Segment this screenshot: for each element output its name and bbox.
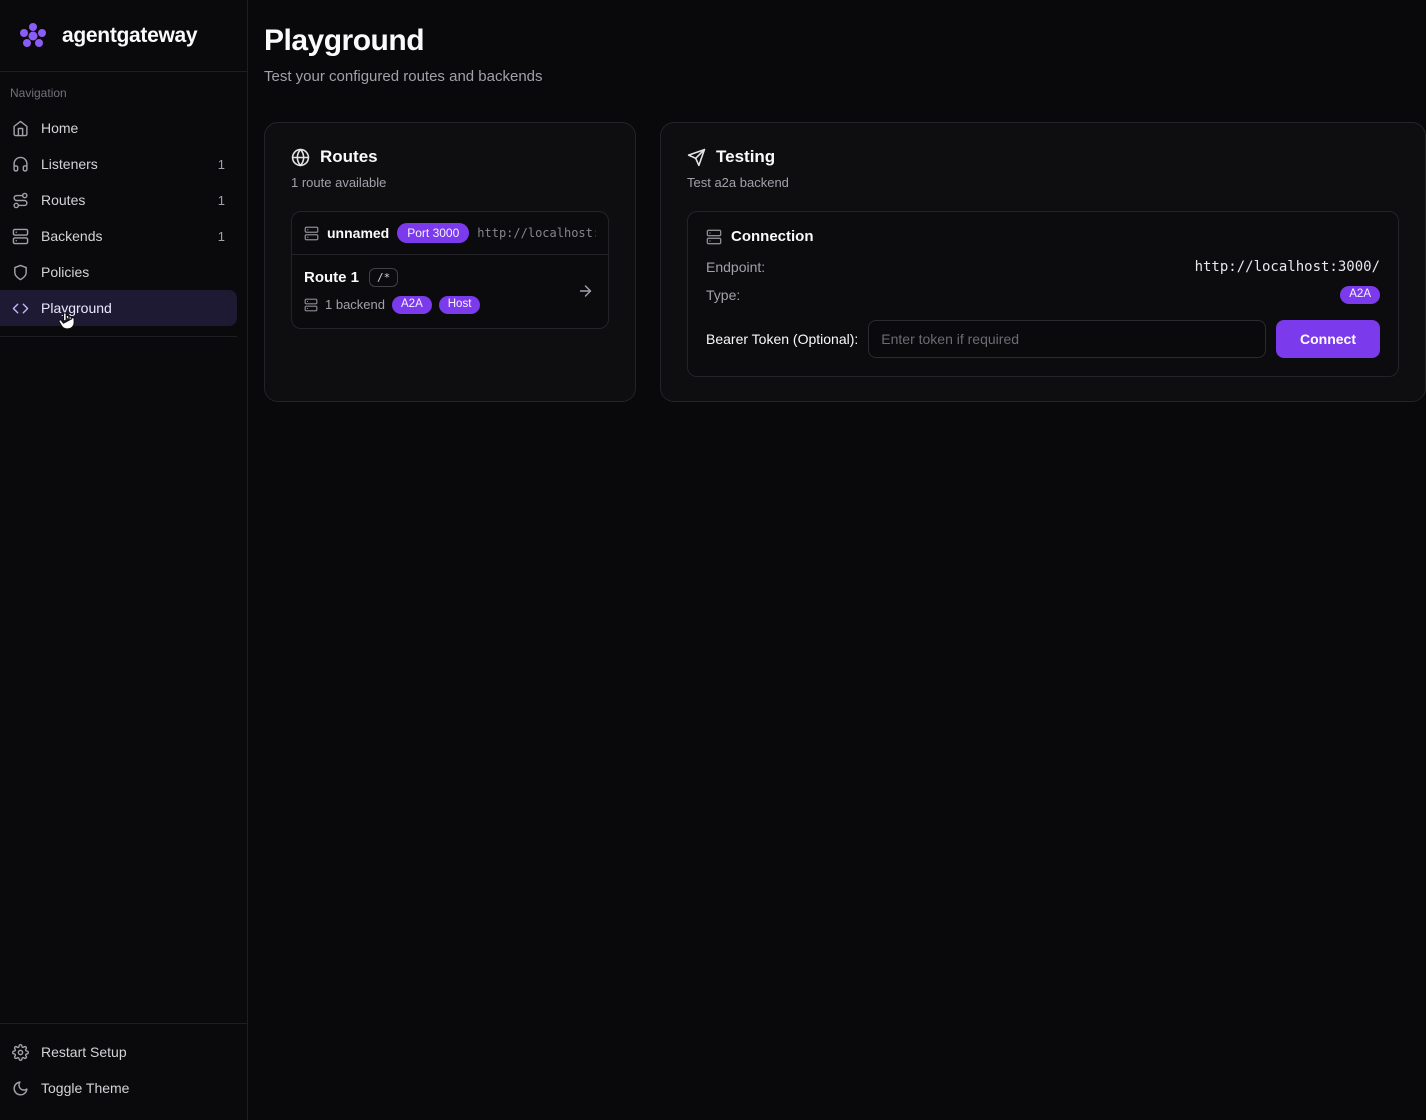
sidebar-nav: Navigation Home Listeners 1 Routes 1 — [0, 72, 247, 345]
cards-row: Routes 1 route available unnamed Port 30… — [264, 122, 1426, 402]
testing-card: Testing Test a2a backend Connection Endp… — [660, 122, 1426, 402]
moon-icon — [12, 1080, 29, 1097]
server-icon — [12, 228, 29, 245]
route-icon — [12, 192, 29, 209]
sidebar-item-routes[interactable]: Routes 1 — [0, 182, 237, 218]
main-content: Playground Test your configured routes a… — [248, 0, 1426, 1120]
sidebar-footer: Restart Setup Toggle Theme — [0, 1023, 247, 1120]
listener-name: unnamed — [327, 225, 389, 241]
route-backend-count: 1 backend — [325, 297, 385, 312]
send-icon — [687, 148, 706, 167]
code-icon — [12, 300, 29, 317]
globe-icon — [291, 148, 310, 167]
connection-header: Connection — [706, 228, 1380, 245]
sidebar-item-label: Policies — [41, 264, 89, 280]
arrow-right-icon — [577, 283, 594, 300]
routes-card-title: Routes — [320, 147, 378, 167]
sidebar-item-playground[interactable]: Playground — [0, 290, 237, 326]
routes-card: Routes 1 route available unnamed Port 30… — [264, 122, 636, 402]
type-label: Type: — [706, 287, 740, 303]
route-name-row: Route 1 /* — [304, 268, 596, 287]
endpoint-label: Endpoint: — [706, 259, 765, 275]
page-subtitle: Test your configured routes and backends — [264, 68, 1426, 85]
bearer-token-input[interactable] — [868, 320, 1266, 358]
token-label: Bearer Token (Optional): — [706, 331, 858, 347]
sidebar-item-label: Listeners — [41, 156, 98, 172]
toggle-theme-label: Toggle Theme — [41, 1080, 129, 1096]
restart-setup-button[interactable]: Restart Setup — [0, 1034, 237, 1070]
page-title: Playground — [264, 24, 1426, 58]
type-row: Type: A2A — [706, 286, 1380, 304]
toggle-theme-button[interactable]: Toggle Theme — [0, 1070, 237, 1106]
endpoint-row: Endpoint: http://localhost:3000/ — [706, 259, 1380, 275]
sidebar-item-count: 1 — [218, 229, 225, 244]
listener-port-badge: Port 3000 — [397, 223, 469, 243]
routes-card-header: Routes — [291, 147, 609, 167]
testing-card-subtitle: Test a2a backend — [687, 175, 1399, 190]
sidebar-item-home[interactable]: Home — [0, 110, 237, 146]
sidebar-item-count: 1 — [218, 193, 225, 208]
sidebar: agentgateway Navigation Home Listeners 1… — [0, 0, 248, 1120]
listener-url: http://localhost:3000/ — [477, 226, 596, 240]
routes-card-subtitle: 1 route available — [291, 175, 609, 190]
sidebar-item-policies[interactable]: Policies — [0, 254, 237, 290]
route-name: Route 1 — [304, 269, 359, 286]
sidebar-item-count: 1 — [218, 157, 225, 172]
connection-title: Connection — [731, 228, 814, 245]
nav-divider — [0, 336, 237, 337]
sidebar-item-label: Home — [41, 120, 78, 136]
sidebar-item-listeners[interactable]: Listeners 1 — [0, 146, 237, 182]
testing-card-header: Testing — [687, 147, 1399, 167]
sidebar-item-label: Routes — [41, 192, 85, 208]
shield-icon — [12, 264, 29, 281]
route-list-item[interactable]: Route 1 /* 1 backend A2A Host — [292, 255, 608, 328]
server-icon — [304, 298, 318, 312]
brand-name: agentgateway — [62, 24, 197, 48]
listener-row: unnamed Port 3000 http://localhost:3000/ — [292, 212, 608, 255]
token-row: Bearer Token (Optional): Connect — [706, 320, 1380, 358]
server-icon — [706, 229, 722, 245]
nav-section-label: Navigation — [0, 86, 237, 110]
route-badge-a2a: A2A — [392, 296, 432, 314]
headphones-icon — [12, 156, 29, 173]
home-icon — [12, 120, 29, 137]
sidebar-item-label: Playground — [41, 300, 112, 316]
sidebar-item-backends[interactable]: Backends 1 — [0, 218, 237, 254]
sidebar-header: agentgateway — [0, 0, 247, 72]
testing-card-title: Testing — [716, 147, 775, 167]
restart-setup-label: Restart Setup — [41, 1044, 127, 1060]
connection-box: Connection Endpoint: http://localhost:30… — [687, 211, 1399, 377]
route-listener-box: unnamed Port 3000 http://localhost:3000/… — [291, 211, 609, 329]
route-badge-host: Host — [439, 296, 481, 314]
type-badge: A2A — [1340, 286, 1380, 304]
route-path-badge: /* — [369, 268, 398, 287]
connect-button[interactable]: Connect — [1276, 320, 1380, 358]
gear-icon — [12, 1044, 29, 1061]
endpoint-value: http://localhost:3000/ — [1195, 259, 1380, 275]
sidebar-item-label: Backends — [41, 228, 102, 244]
route-meta-row: 1 backend A2A Host — [304, 296, 596, 314]
server-icon — [304, 226, 319, 241]
agentgateway-logo-icon — [16, 19, 50, 53]
